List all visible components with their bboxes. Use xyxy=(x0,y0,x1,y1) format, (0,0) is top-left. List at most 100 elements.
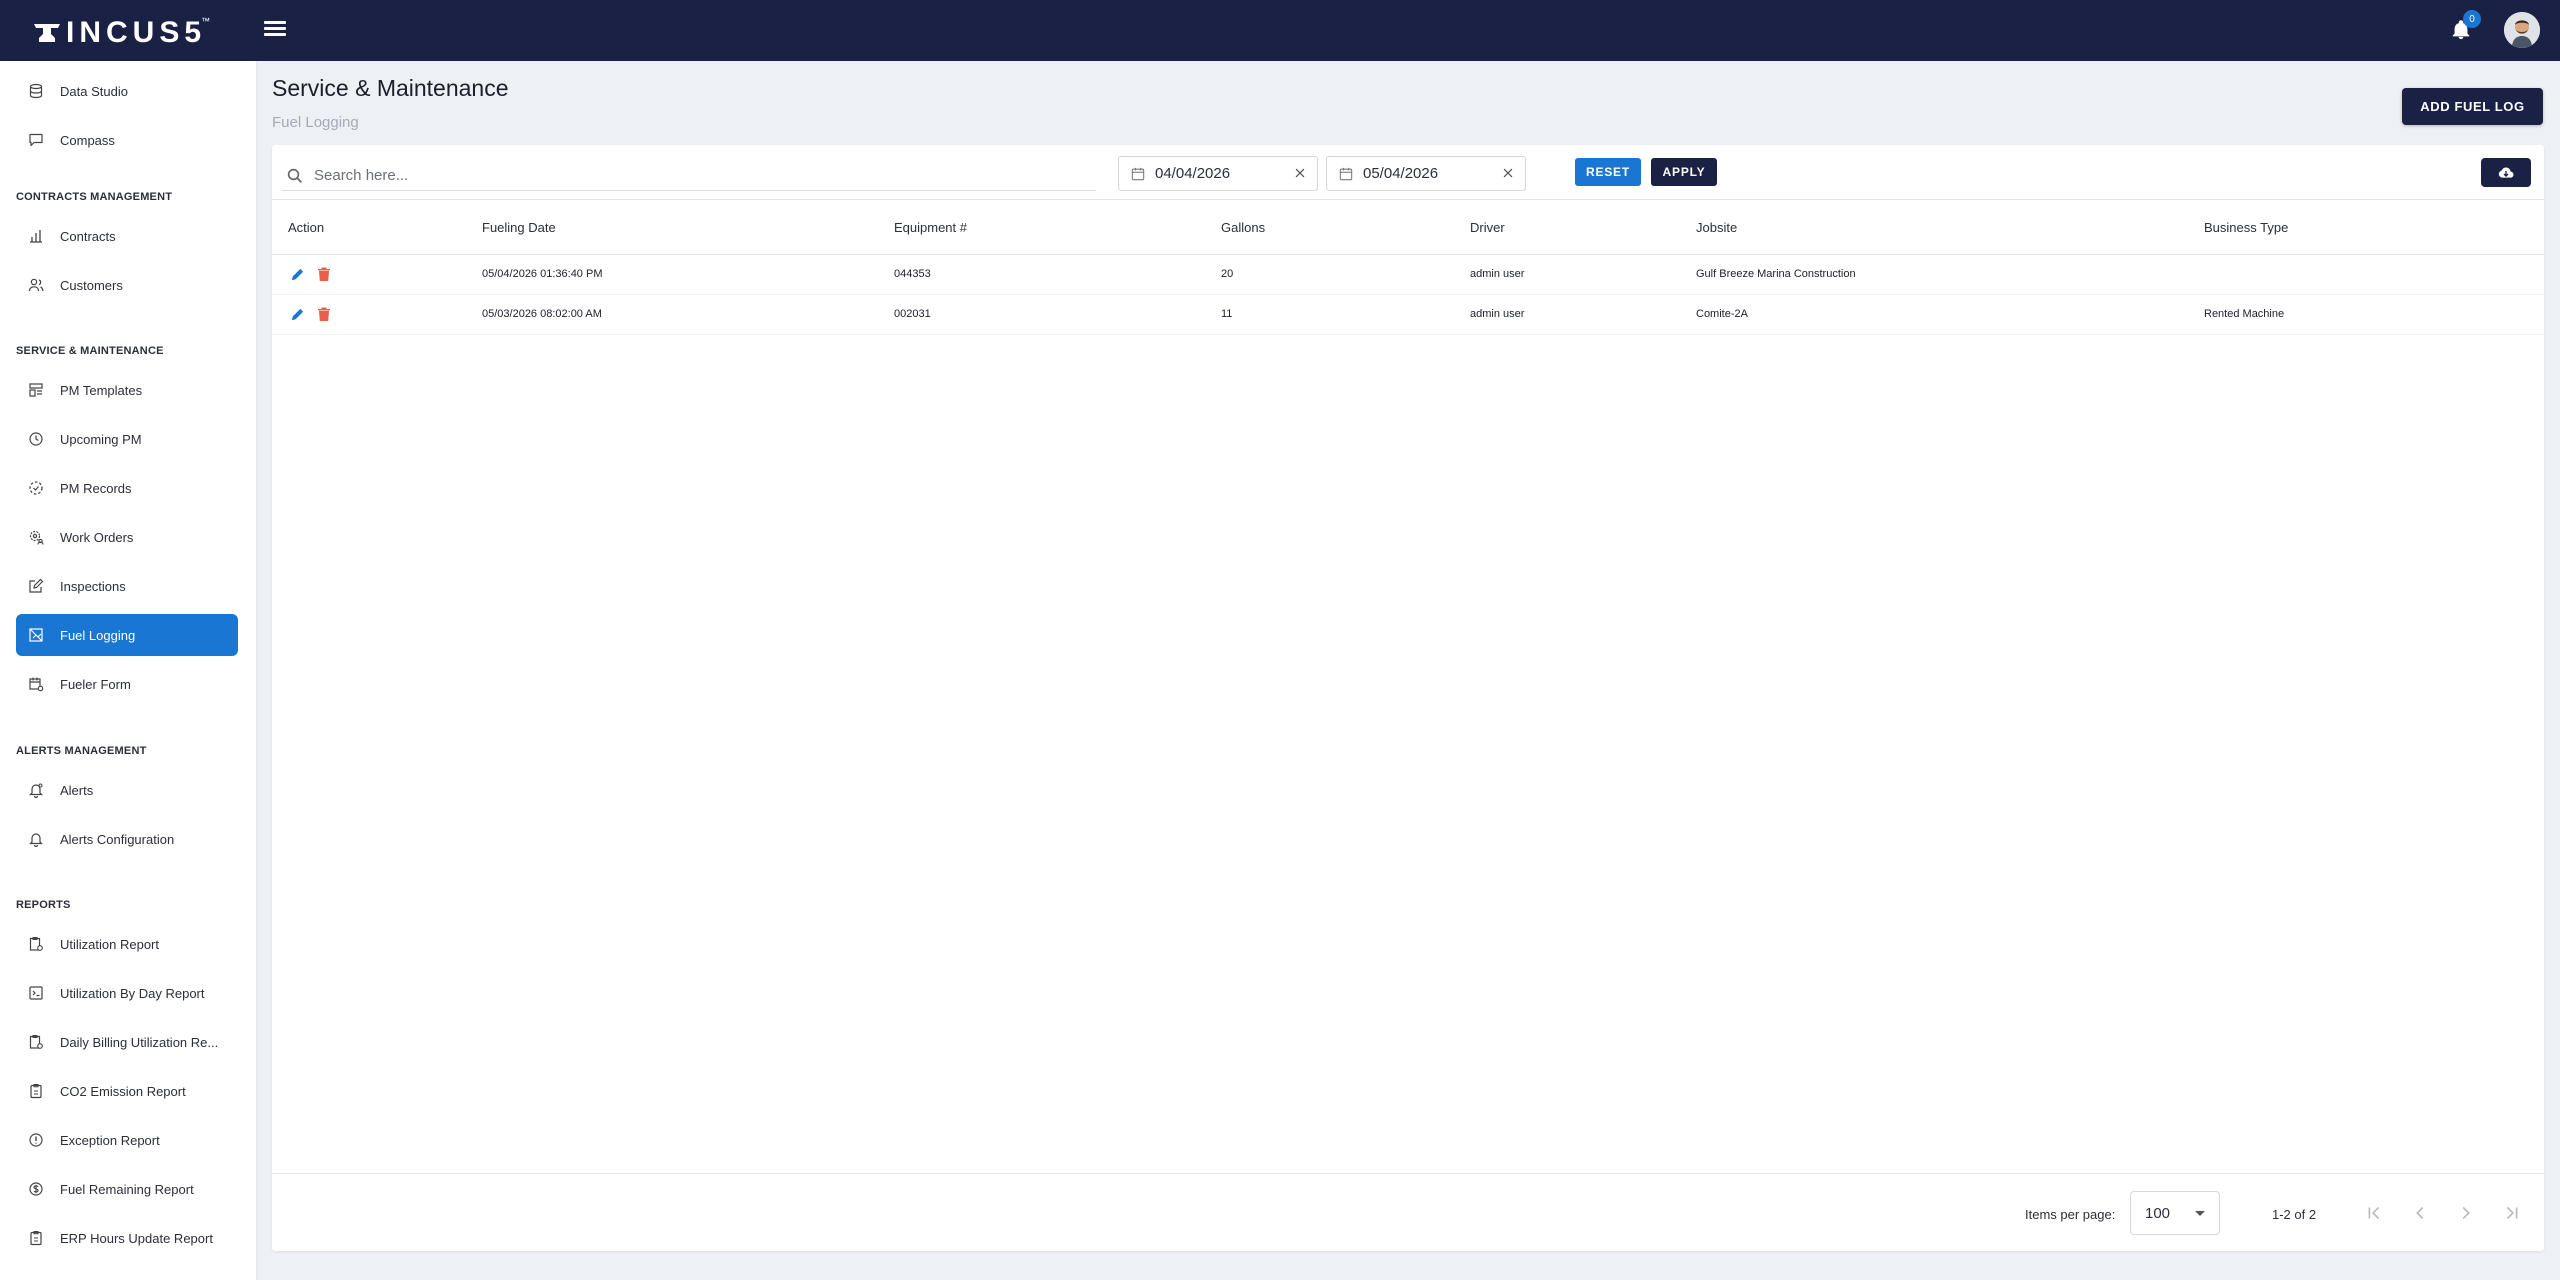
first-page-icon[interactable] xyxy=(2363,1202,2385,1224)
section-heading-reports: REPORTS xyxy=(16,899,71,911)
sidebar-item-erp-hours[interactable]: ERP Hours Update Report xyxy=(16,1217,238,1259)
delete-trash-icon[interactable] xyxy=(317,306,331,322)
reset-button[interactable]: RESET xyxy=(1575,158,1641,186)
cell-gallons: 11 xyxy=(1221,308,1233,320)
database-icon xyxy=(29,83,43,99)
sidebar-item-compass[interactable]: Compass xyxy=(16,119,238,161)
search-box xyxy=(282,161,1096,191)
cell-gallons: 20 xyxy=(1221,268,1234,280)
sidebar-item-exception-report[interactable]: Exception Report xyxy=(16,1119,238,1161)
sidebar-item-alerts-configuration[interactable]: Alerts Configuration xyxy=(16,818,238,860)
cell-jobsite: Comite-2A xyxy=(1696,308,1748,320)
cell-equipment: 002031 xyxy=(894,308,931,320)
clock-icon xyxy=(29,432,43,446)
sidebar-item-label: CO2 Emission Report xyxy=(60,1083,186,1099)
logo-text: INCUS xyxy=(66,16,185,49)
chat-icon xyxy=(29,133,43,147)
clipboard-icon xyxy=(30,1084,42,1099)
apply-button[interactable]: APPLY xyxy=(1651,158,1717,186)
sidebar-item-daily-billing[interactable]: Daily Billing Utilization Re... xyxy=(16,1021,238,1063)
bell-icon xyxy=(29,783,43,798)
column-header-business-type[interactable]: Business Type xyxy=(2204,220,2288,235)
sidebar-item-upcoming-pm[interactable]: Upcoming PM xyxy=(16,418,238,460)
user-avatar[interactable] xyxy=(2504,12,2540,48)
next-page-icon[interactable] xyxy=(2455,1202,2477,1224)
sidebar-item-label: Compass xyxy=(60,132,115,148)
section-heading-alerts: ALERTS MANAGEMENT xyxy=(16,745,147,757)
sidebar-item-inspections[interactable]: Inspections xyxy=(16,565,238,607)
sidebar-item-label: Daily Billing Utilization Re... xyxy=(60,1034,219,1050)
sidebar-item-utilization-report[interactable]: Utilization Report xyxy=(16,923,238,965)
sidebar-item-work-orders[interactable]: Work Orders xyxy=(16,516,238,558)
sidebar-item-data-studio[interactable]: Data Studio xyxy=(16,70,238,112)
column-header-jobsite[interactable]: Jobsite xyxy=(1696,220,1737,235)
chart-icon xyxy=(30,230,42,243)
sidebar-item-fueler-form[interactable]: Fueler Form xyxy=(16,663,238,705)
column-header-fueling-date[interactable]: Fueling Date xyxy=(482,220,556,235)
fuel-log-card: 04/04/2026 05/04/2026 RESET APPLY Action… xyxy=(272,145,2544,1251)
sidebar-item-fuel-remaining[interactable]: Fuel Remaining Report xyxy=(16,1168,238,1210)
sidebar-item-label: Contracts xyxy=(60,228,116,244)
sidebar-item-label: Upcoming PM xyxy=(60,431,142,447)
sidebar-item-label: PM Templates xyxy=(60,382,143,398)
calendar-icon xyxy=(1339,167,1353,180)
date-from-field[interactable]: 04/04/2026 xyxy=(1118,156,1318,191)
logo-trademark: ™ xyxy=(201,16,211,26)
cell-jobsite: Gulf Breeze Marina Construction xyxy=(1696,268,1856,280)
sidebar-item-label: Data Studio xyxy=(60,83,128,99)
sidebar-item-label: Utilization By Day Report xyxy=(60,985,205,1001)
clear-date-from-icon[interactable] xyxy=(1293,166,1307,180)
anvil-logo-icon xyxy=(34,24,60,42)
sidebar-item-pm-templates[interactable]: PM Templates xyxy=(16,369,238,411)
gear-user-icon xyxy=(29,530,44,545)
add-fuel-log-button[interactable]: ADD FUEL LOG xyxy=(2402,88,2543,125)
section-heading-contracts: CONTRACTS MANAGEMENT xyxy=(16,191,173,203)
cell-driver: admin user xyxy=(1470,308,1525,320)
clear-date-to-icon[interactable] xyxy=(1501,166,1515,180)
table-header: Action Fueling Date Equipment # Gallons … xyxy=(272,199,2544,255)
calendar-gear-icon xyxy=(29,677,44,692)
report-icon xyxy=(29,937,43,951)
template-icon xyxy=(29,383,43,397)
cell-business-type: Rented Machine xyxy=(2204,308,2285,320)
last-page-icon[interactable] xyxy=(2501,1202,2523,1224)
sidebar-item-contracts[interactable]: Contracts xyxy=(16,215,238,257)
sidebar-item-label: Fueler Form xyxy=(60,676,131,692)
bell-config-icon xyxy=(29,833,43,847)
sidebar-item-pm-records[interactable]: PM Records xyxy=(16,467,238,509)
edit-pencil-icon[interactable] xyxy=(290,307,305,322)
sidebar-item-label: Utilization Report xyxy=(60,936,159,952)
sidebar-item-label: Alerts Configuration xyxy=(60,831,175,847)
sidebar-item-co2-emission[interactable]: CO2 Emission Report xyxy=(16,1070,238,1112)
dollar-icon xyxy=(29,1182,43,1196)
sidebar-item-utilization-by-day[interactable]: Utilization By Day Report xyxy=(16,972,238,1014)
cell-fueling-date: 05/04/2026 01:36:40 PM xyxy=(482,268,603,280)
calendar-icon xyxy=(1131,167,1145,180)
delete-trash-icon[interactable] xyxy=(317,266,331,282)
search-input[interactable] xyxy=(314,167,1074,184)
users-icon xyxy=(28,278,44,292)
incus-logo[interactable]: INCUS 5 ™ xyxy=(34,16,210,50)
sidebar-item-label: Work Orders xyxy=(60,529,134,545)
date-to-field[interactable]: 05/04/2026 xyxy=(1326,156,1526,191)
edit-pencil-icon[interactable] xyxy=(290,267,305,282)
sidebar-item-customers[interactable]: Customers xyxy=(16,264,238,306)
sidebar-item-label: Customers xyxy=(60,277,123,293)
date-from-value: 04/04/2026 xyxy=(1155,165,1231,182)
notification-badge: 0 xyxy=(2463,10,2481,28)
previous-page-icon[interactable] xyxy=(2409,1202,2431,1224)
column-header-equipment[interactable]: Equipment # xyxy=(894,220,967,235)
column-header-driver[interactable]: Driver xyxy=(1470,220,1505,235)
items-per-page-select[interactable]: 100 xyxy=(2130,1191,2220,1235)
sidebar-item-alerts[interactable]: Alerts xyxy=(16,769,238,811)
hamburger-menu-icon[interactable] xyxy=(264,18,286,40)
sidebar-item-fuel-logging[interactable]: Fuel Logging xyxy=(16,614,238,656)
date-to-value: 05/04/2026 xyxy=(1363,165,1439,182)
page-subtitle: Fuel Logging xyxy=(272,114,359,131)
page-title: Service & Maintenance xyxy=(272,75,509,101)
column-header-action: Action xyxy=(288,220,325,235)
download-button[interactable] xyxy=(2481,158,2531,187)
table-row: 05/04/2026 01:36:40 PM 044353 20 admin u… xyxy=(272,255,2544,295)
avatar-image xyxy=(2504,12,2540,48)
column-header-gallons[interactable]: Gallons xyxy=(1221,220,1265,235)
